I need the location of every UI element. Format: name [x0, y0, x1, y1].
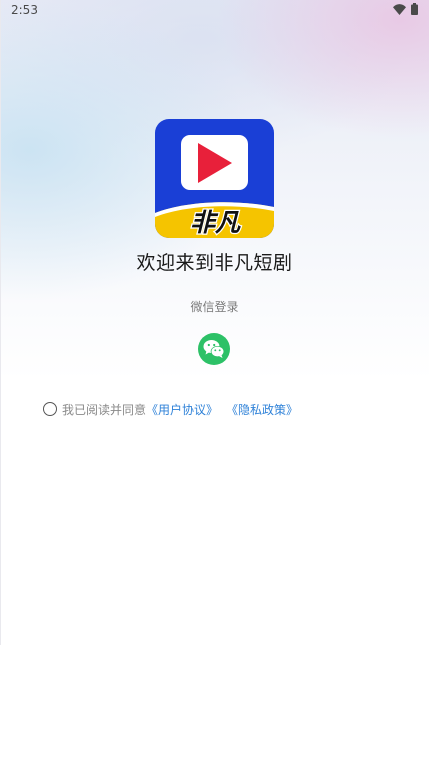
wechat-login-button[interactable] — [198, 333, 230, 365]
welcome-title: 欢迎来到非凡短剧 — [136, 252, 293, 274]
status-bar: 2:53 — [0, 0, 429, 22]
logo-badge-text: 非凡 — [190, 208, 241, 237]
privacy-policy-link[interactable]: 《隐私政策》 — [226, 401, 298, 418]
wifi-icon — [393, 4, 406, 15]
agree-checkbox[interactable] — [43, 402, 57, 416]
agreement-prefix: 我已阅读并同意 — [62, 402, 147, 417]
status-time: 2:53 — [11, 3, 38, 17]
left-edge-divider — [0, 0, 1, 645]
user-agreement-link[interactable]: 《用户协议》 — [146, 401, 218, 418]
app-logo: 非凡 — [155, 119, 274, 238]
wechat-login-label: 微信登录 — [190, 300, 239, 314]
agreement-row: 我已阅读并同意 《用户协议》 《隐私政策》 — [43, 400, 298, 418]
wechat-icon — [203, 340, 225, 358]
battery-icon — [411, 3, 418, 15]
